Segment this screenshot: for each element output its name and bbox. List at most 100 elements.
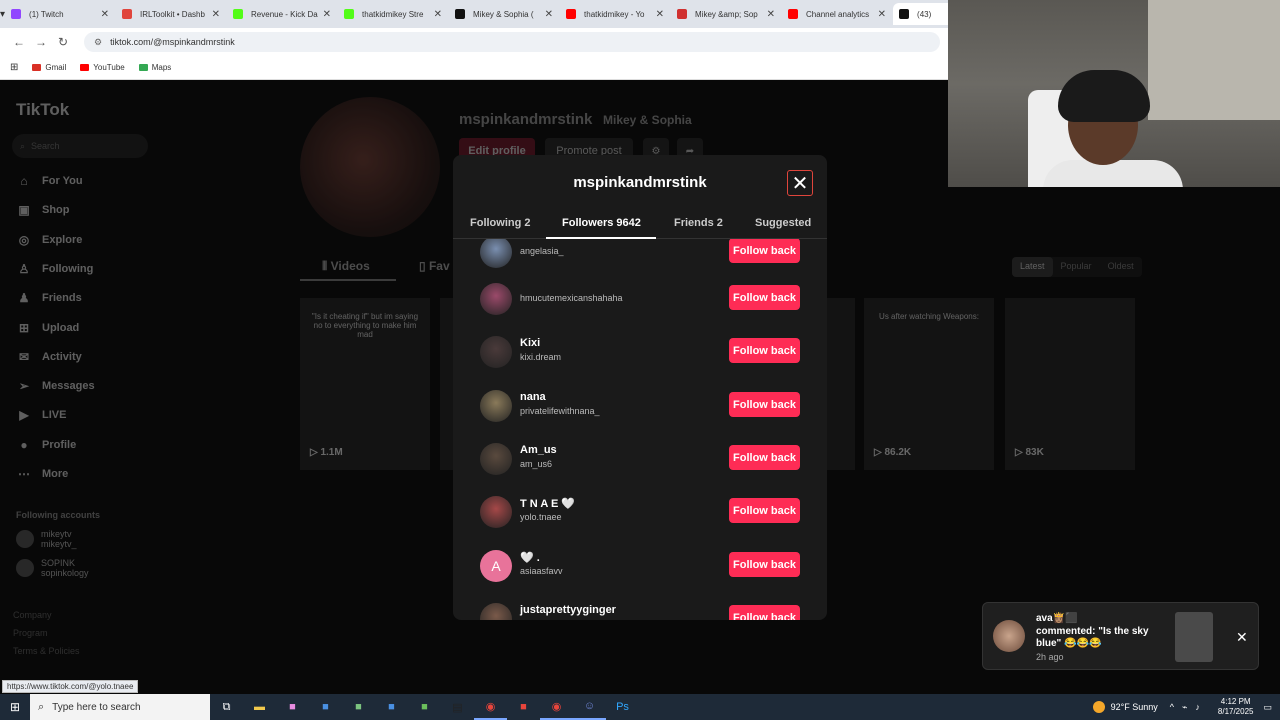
chrome-icon[interactable]: ◉ — [474, 694, 507, 720]
file-explorer-icon[interactable]: ▬ — [243, 694, 276, 720]
weather-widget[interactable]: 92°F Sunny — [1092, 701, 1158, 713]
browser-tab[interactable]: thatkidmikey Stre ✕ — [338, 3, 448, 25]
follower-name[interactable]: nana — [520, 391, 546, 403]
follower-name[interactable]: T N A E 🤍 — [520, 497, 575, 510]
tab-friends[interactable]: Friends 2 — [674, 217, 723, 229]
close-tab-icon[interactable]: ✕ — [323, 9, 331, 20]
browser-tab[interactable]: Channel analytics ✕ — [782, 3, 892, 25]
system-tray: 92°F Sunny ^ ⌁ ♪ 4:12 PM 8/17/2025 ▭ — [1092, 694, 1280, 720]
follower-name[interactable]: 🤍 . — [520, 551, 540, 564]
tab-favicon-icon — [122, 9, 133, 19]
gmail-icon — [32, 64, 42, 71]
tab-strip: (1) Twitch ✕ IRLToolkit • Dashb ✕ Revenu… — [5, 3, 1004, 25]
avatar[interactable] — [480, 603, 512, 620]
status-bar-url: https://www.tiktok.com/@yolo.tnaee — [2, 680, 139, 693]
site-info-icon[interactable]: ⚙ — [94, 37, 102, 48]
close-tab-icon[interactable]: ✕ — [545, 9, 553, 20]
avatar[interactable] — [480, 336, 512, 368]
follower-name[interactable]: Am_us — [520, 444, 557, 456]
bookmark-maps[interactable]: Maps — [138, 63, 172, 72]
tab-favicon-icon — [455, 9, 466, 19]
follower-row[interactable]: Kixi kixi.dream Follow back — [453, 334, 827, 387]
follower-row[interactable]: T N A E 🤍 yolo.tnaee Follow back — [453, 494, 827, 547]
close-icon[interactable]: ✕ — [1236, 629, 1248, 646]
avatar[interactable]: A — [480, 550, 512, 582]
clock-date: 8/17/2025 — [1217, 707, 1254, 716]
follow-back-button[interactable]: Follow back — [729, 605, 800, 620]
network-icon[interactable]: ⌁ — [1182, 702, 1187, 713]
app-icon[interactable]: ■ — [507, 694, 540, 720]
windows-taskbar: ⊞ ⌕ Type here to search ⧉ ▬ ■ ■ ■ ■ ■ ▤ ◉ ■ ◉ ☺ Ps 9… — [0, 694, 1280, 720]
close-tab-icon[interactable]: ✕ — [101, 9, 109, 20]
tab-favicon-icon — [566, 9, 577, 19]
app-icon[interactable]: ■ — [309, 694, 342, 720]
avatar[interactable] — [480, 443, 512, 475]
apps-grid-icon[interactable]: ⊞ — [10, 62, 18, 73]
photoshop-icon[interactable]: Ps — [606, 694, 639, 720]
browser-tab[interactable]: thatkidmikey - Yo ✕ — [560, 3, 670, 25]
chrome-icon[interactable]: ◉ — [540, 694, 573, 720]
tray-overflow-icon[interactable]: ^ — [1170, 702, 1174, 712]
follow-back-button[interactable]: Follow back — [729, 498, 800, 523]
back-icon[interactable]: ← — [8, 35, 30, 49]
close-tab-icon[interactable]: ✕ — [434, 9, 442, 20]
follow-back-button[interactable]: Follow back — [729, 392, 800, 417]
followers-list[interactable]: angelasia_ Follow back hmucutemexicansha… — [453, 239, 827, 620]
bookmark-list: Gmail YouTube Maps — [32, 63, 185, 72]
follow-back-button[interactable]: Follow back — [729, 285, 800, 310]
notifications-icon[interactable]: ▭ — [1263, 702, 1272, 713]
follow-back-button[interactable]: Follow back — [729, 445, 800, 470]
follower-name[interactable]: justaprettyyginger — [520, 604, 616, 616]
browser-tab[interactable]: Revenue - Kick Da ✕ — [227, 3, 337, 25]
comment-notification[interactable]: ava👸🏽⬛ commented: "Is the sky blue" 😂😂😂 … — [982, 602, 1259, 670]
close-tab-icon[interactable]: ✕ — [767, 9, 775, 20]
discord-icon[interactable]: ☺ — [573, 694, 606, 720]
avatar[interactable] — [480, 239, 512, 268]
follower-name[interactable]: Kixi — [520, 337, 540, 349]
follower-row[interactable]: hmucutemexicanshahaha Follow back — [453, 281, 827, 334]
app-icon[interactable]: ■ — [276, 694, 309, 720]
avatar[interactable] — [480, 496, 512, 528]
follower-row[interactable]: nana privatelifewithnana_ Follow back — [453, 388, 827, 441]
browser-tab[interactable]: IRLToolkit • Dashb ✕ — [116, 3, 226, 25]
pdf-icon[interactable]: ▤ — [441, 694, 474, 720]
app-icon[interactable]: ■ — [375, 694, 408, 720]
close-tab-icon[interactable]: ✕ — [656, 9, 664, 20]
browser-toolbar: ← → ↻ ⚙ tiktok.com/@mspinkandmrstink — [0, 28, 950, 56]
app-icon[interactable]: ■ — [342, 694, 375, 720]
tab-followers[interactable]: Followers 9642 — [562, 217, 641, 229]
address-bar[interactable]: ⚙ tiktok.com/@mspinkandmrstink — [84, 32, 940, 52]
task-view-icon[interactable]: ⧉ — [210, 694, 243, 720]
browser-tab[interactable]: (1) Twitch ✕ — [5, 3, 115, 25]
avatar[interactable] — [480, 283, 512, 315]
follower-row[interactable]: angelasia_ Follow back — [453, 239, 827, 287]
taskbar-search-input[interactable]: ⌕ Type here to search — [30, 694, 210, 720]
forward-icon[interactable]: → — [30, 35, 52, 49]
tab-suggested[interactable]: Suggested — [755, 217, 811, 229]
browser-tab[interactable]: Mikey & Sophia ( ✕ — [449, 3, 559, 25]
follower-row[interactable]: A 🤍 . asiaasfavv Follow back — [453, 548, 827, 601]
follow-back-button[interactable]: Follow back — [729, 239, 800, 263]
bookmark-gmail[interactable]: Gmail — [32, 63, 66, 72]
follow-back-button[interactable]: Follow back — [729, 338, 800, 363]
app-icon[interactable]: ■ — [408, 694, 441, 720]
tab-title: Revenue - Kick Da — [251, 9, 318, 19]
close-tab-icon[interactable]: ✕ — [878, 9, 886, 20]
tab-following[interactable]: Following 2 — [470, 217, 531, 229]
maps-icon — [138, 64, 148, 71]
reload-icon[interactable]: ↻ — [52, 35, 74, 49]
clock[interactable]: 4:12 PM 8/17/2025 — [1218, 697, 1254, 717]
follower-row[interactable]: justaprettyyginger Follow back — [453, 601, 827, 620]
avatar[interactable] — [480, 390, 512, 422]
close-tab-icon[interactable]: ✕ — [212, 9, 220, 20]
bookmark-youtube[interactable]: YouTube — [80, 63, 125, 72]
bookmark-label: Maps — [151, 63, 172, 72]
bookmark-label: Gmail — [45, 63, 67, 72]
close-icon[interactable]: ✕ — [787, 170, 813, 196]
follow-back-button[interactable]: Follow back — [729, 552, 800, 577]
browser-tab[interactable]: Mikey &amp; Sop ✕ — [671, 3, 781, 25]
volume-icon[interactable]: ♪ — [1195, 702, 1200, 712]
windows-start-icon[interactable]: ⊞ — [0, 700, 30, 714]
bookmark-label: YouTube — [93, 63, 125, 72]
follower-row[interactable]: Am_us am_us6 Follow back — [453, 441, 827, 494]
